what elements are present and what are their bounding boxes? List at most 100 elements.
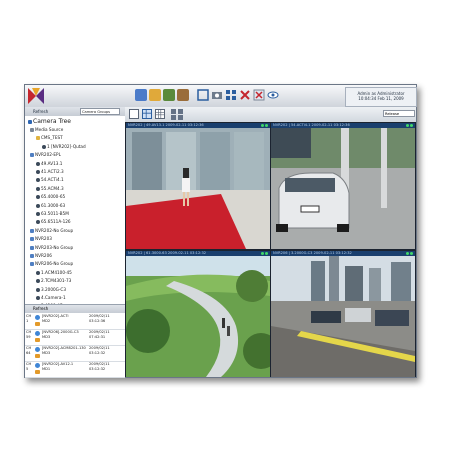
event-row[interactable]: CH 64 [NVR202]-ACM8201-130 MD3 2009/02/11 03… [25,345,125,362]
tree-camera-item[interactable]: 61.3000-63 [36,203,65,208]
setup-tools-icon[interactable] [177,89,189,101]
event-source: [NVR202]-ACTi MD2 [42,314,87,323]
motion-event-icon [35,315,40,320]
event-time: 03:12:32 [89,366,106,371]
layout-1x1-button[interactable] [129,109,139,119]
tree-camera-item[interactable]: 65.6511A-126 [36,219,71,225]
tree-group-item[interactable]: NVR203 [30,236,52,242]
live-view-icon[interactable] [135,89,147,101]
tree-group-item[interactable]: NVR206 [30,253,52,258]
motion-event-icon [35,331,40,336]
camera-group-select[interactable]: Camera Groups [80,108,120,115]
layout-2x2-button[interactable] [142,109,152,119]
tree-group-item[interactable]: NVR203-No Group [30,245,73,250]
motion-event-icon [35,363,40,368]
layout-custom-icon[interactable] [171,115,176,120]
tree-item-label: 49.AV13.1 [41,160,63,166]
main-toolbar: Admin as Administrator 10:04:34 Feb 11, … [25,85,417,108]
nvr-icon [30,237,34,242]
event-row[interactable]: CH 5 [NVR202]-AV12.1 MD1 2009/02/11 03:12:32 [25,361,125,378]
event-list: CH 1 [NVR202]-ACTi MD2 2009/02/11 03:12:36 CH… [25,313,125,378]
camera-icon [36,212,40,216]
camera-icon [36,279,40,284]
tree-item-label: 63.5011-B5M [41,211,69,216]
tree-camera-item[interactable]: 3.2000G-C3 [36,287,66,292]
tree-camera-item[interactable]: 2.TCM4301-73 [36,278,72,284]
nvr-icon [30,245,34,250]
tree-item-label: NVR206-No Group [35,261,74,267]
camera-tree-icon [28,119,32,124]
grid-layout-icon[interactable] [225,89,237,101]
snapshot-icon[interactable] [211,89,223,101]
video-tile-2[interactable]: NVR202 | 54.ACTi4.1 2009-02-11 03:12:36 [271,123,415,249]
camera-icon [36,220,40,225]
tree-camera-item[interactable]: 1.ACM4100-45 [36,270,72,275]
camera-icon [42,144,46,149]
tree-item-label: Media Source [35,127,64,132]
event-type: MD1 [42,366,51,371]
layout-5x5-icon[interactable] [178,109,183,114]
event-timestamp: 2009/02/11 03:12:36 [89,314,123,323]
tree-item-label: 61.3000-63 [41,202,66,208]
camera-icon [36,296,40,300]
tree-group-item[interactable]: CMS_TEST [36,135,63,141]
event-source: [NVR202]-ACM8201-130 MD3 [42,346,87,355]
tree-group-item[interactable]: NVR206-No Group [30,261,74,267]
group-icon [36,136,40,141]
tree-group-item[interactable]: NVR202-EPL [30,152,61,158]
eye-toggle-icon[interactable] [267,89,279,101]
tree-camera-item[interactable]: 4.Camera-1 [36,295,66,300]
event-time: 03:12:32 [89,350,106,355]
tree-camera-item[interactable]: 54.ACTi4.1 [36,177,64,183]
tree-refresh-button[interactable]: Refresh [33,107,48,116]
folder-icon [35,370,40,374]
tree-group-item[interactable]: Media Source [30,127,63,132]
fullscreen-icon[interactable] [197,89,209,101]
camera-icon [36,270,40,275]
event-time: 03:12:36 [89,318,106,323]
camera-icon [36,170,40,174]
tree-item-label: NVR202-No Group [35,227,74,233]
user-status-box: Admin as Administrator 10:04:34 Feb 11, … [345,87,417,107]
video-frame-park-path [126,256,270,377]
map-icon[interactable] [163,89,175,101]
video-tile-caption-text: NVR202 | 61.3000-63 2009-02-11 03:12:32 [128,251,207,255]
nvr-icon [30,228,34,233]
tree-item-label: 54.ACTi4.1 [41,177,64,183]
tree-camera-item[interactable]: 63.5011-B5M [36,211,69,216]
tree-camera-item[interactable]: 65.4000-65 [36,194,65,200]
video-tile-1[interactable]: NVR202 | 49.AV13.1 2009-02-11 03:12:36 [126,123,270,249]
tree-camera-item[interactable]: 55.ACM4.3 [36,186,64,191]
event-source-name: [NVR202]-ACM8201-130 [42,346,86,350]
tree-camera-item[interactable]: 41.ACTi2.3 [36,169,64,174]
folder-icon [35,338,40,342]
close-all-icon[interactable] [253,89,265,101]
release-select[interactable]: Release [383,110,415,117]
playback-icon[interactable] [149,89,161,101]
camera-tree-title-text: Camera Tree [33,118,71,125]
event-channel: CH 59 [26,330,32,339]
app-logo-icon [28,88,44,104]
camera-icon [36,203,40,208]
events-refresh-button[interactable]: Refresh [33,305,48,313]
tree-item-label: 3.2000G-C3 [41,286,66,292]
video-tile-4[interactable]: NVR206 | 3.2000G-C3 2009-02-11 03:12:32 [271,251,415,377]
event-row[interactable]: CH 1 [NVR202]-ACTi MD2 2009/02/11 03:12:36 [25,313,125,330]
event-time: 07:42:31 [89,334,106,339]
disconnect-icon[interactable] [239,89,251,101]
tree-item-label: 55.ACM4.3 [41,185,64,191]
video-frame-parking-lot [271,256,415,377]
camera-icon [36,287,40,292]
video-tile-3[interactable]: NVR202 | 61.3000-63 2009-02-11 03:12:32 [126,251,270,377]
tree-item-label: 65.6511A-126 [41,219,71,225]
video-tile-caption-text: NVR206 | 3.2000G-C3 2009-02-11 03:12:32 [273,251,352,255]
layout-3x3-button[interactable] [155,109,165,119]
tree-camera-item[interactable]: 1 [NVR202]-Qutad [42,144,86,149]
layout-4x4-icon[interactable] [171,109,176,114]
layout-sequence-icon[interactable] [178,115,183,120]
event-row[interactable]: CH 59 [NVR206]-2000G-C3 MD3 2009/02/11 07:42… [25,329,125,346]
tree-item-label: 2.TCM4301-73 [41,278,72,284]
tree-camera-item[interactable]: 49.AV13.1 [36,161,62,166]
video-tile-caption-text: NVR202 | 49.AV13.1 2009-02-11 03:12:36 [128,123,204,127]
tree-group-item[interactable]: NVR202-No Group [30,228,73,233]
